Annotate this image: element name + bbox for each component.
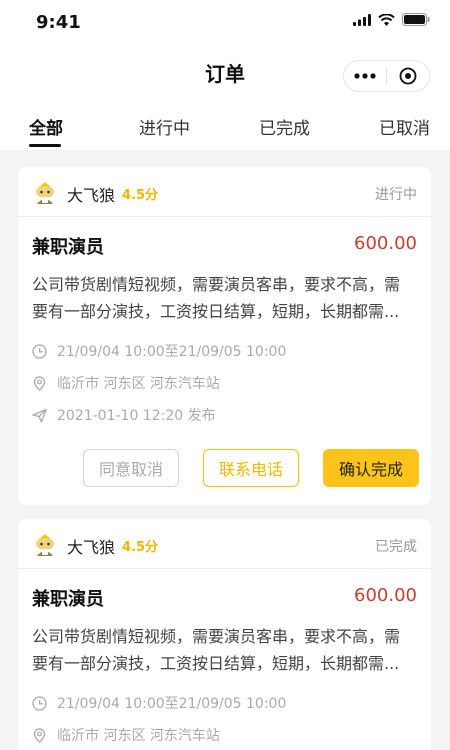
- avatar-icon: [36, 182, 54, 204]
- signal-icon: [353, 13, 371, 26]
- order-card[interactable]: 大飞狼 4.5分 进行中 兼职演员 600.00 公司带货剧情短视频，需要演员客…: [18, 167, 431, 505]
- tab-in-progress[interactable]: 进行中: [139, 114, 190, 139]
- avatar-icon: [36, 534, 54, 556]
- job-row: 兼职演员 600.00: [18, 569, 431, 625]
- target-icon: [399, 67, 417, 85]
- job-title: 兼职演员: [32, 589, 104, 610]
- close-button[interactable]: [387, 61, 429, 91]
- time-range: 21/09/04 10:00至21/09/05 10:00: [57, 696, 287, 712]
- location-icon: [33, 375, 46, 391]
- location-row: 临沂市 河东区 河东汽车站: [32, 725, 220, 745]
- order-status: 进行中: [375, 187, 417, 203]
- job-description-line2: 要有一部分演技，工资按日结算，短期，长期都需...: [32, 654, 400, 673]
- tab-all[interactable]: 全部: [29, 114, 63, 139]
- job-row: 兼职演员 600.00: [18, 217, 431, 273]
- tab-active-indicator: [29, 144, 61, 147]
- battery-icon: [402, 13, 430, 26]
- time-range-row: 21/09/04 10:00至21/09/05 10:00: [32, 341, 286, 361]
- job-price: 600.00: [354, 233, 417, 254]
- job-price: 600.00: [354, 585, 417, 606]
- agree-cancel-button[interactable]: 同意取消: [83, 449, 179, 487]
- published-time: 2021-01-10 12:20 发布: [57, 408, 216, 424]
- tab-cancelled[interactable]: 已取消: [379, 114, 430, 139]
- published-row: 2021-01-10 12:20 发布: [32, 405, 216, 425]
- job-description-line2: 要有一部分演技，工资按日结算，短期，长期都需...: [32, 302, 400, 321]
- job-title: 兼职演员: [32, 237, 104, 258]
- time-range-row: 21/09/04 10:00至21/09/05 10:00: [32, 693, 286, 713]
- clock-icon: [32, 695, 47, 711]
- nav-bar: 订单: [0, 46, 450, 102]
- user-name: 大飞狼: [67, 186, 116, 205]
- mini-program-capsule: [343, 60, 430, 92]
- time-range: 21/09/04 10:00至21/09/05 10:00: [57, 344, 287, 360]
- order-card-header: 大飞狼 4.5分 已完成: [18, 519, 431, 569]
- clock-icon: [32, 343, 47, 359]
- status-bar: 9:41: [0, 0, 450, 46]
- send-icon: [32, 408, 47, 423]
- top-header: 9:41 订单 全部 进行中 已完成 已取消: [0, 0, 450, 150]
- location-row: 临沂市 河东区 河东汽车站: [32, 373, 220, 393]
- more-button[interactable]: [344, 61, 386, 91]
- job-description-line1: 公司带货剧情短视频，需要演员客串，要求不高，需: [32, 275, 401, 294]
- confirm-complete-button[interactable]: 确认完成: [323, 449, 419, 487]
- order-card-header: 大飞狼 4.5分 进行中: [18, 167, 431, 217]
- tab-bar: 全部 进行中 已完成 已取消: [0, 102, 450, 150]
- job-description-line1: 公司带货剧情短视频，需要演员客串，要求不高，需: [32, 627, 401, 646]
- order-card[interactable]: 大飞狼 4.5分 已完成 兼职演员 600.00 公司带货剧情短视频，需要演员客…: [18, 519, 431, 750]
- user-rating: 4.5分: [122, 188, 159, 203]
- location: 临沂市 河东区 河东汽车站: [57, 728, 220, 744]
- contact-phone-button[interactable]: 联系电话: [203, 449, 299, 487]
- location: 临沂市 河东区 河东汽车站: [57, 376, 220, 392]
- more-icon: [354, 73, 376, 79]
- status-icons: [353, 13, 430, 26]
- user-rating: 4.5分: [122, 540, 159, 555]
- status-time: 9:41: [36, 12, 81, 33]
- tab-completed[interactable]: 已完成: [259, 114, 310, 139]
- user-name: 大飞狼: [67, 538, 116, 557]
- location-icon: [33, 727, 46, 743]
- order-status: 已完成: [375, 539, 417, 555]
- wifi-icon: [378, 13, 395, 26]
